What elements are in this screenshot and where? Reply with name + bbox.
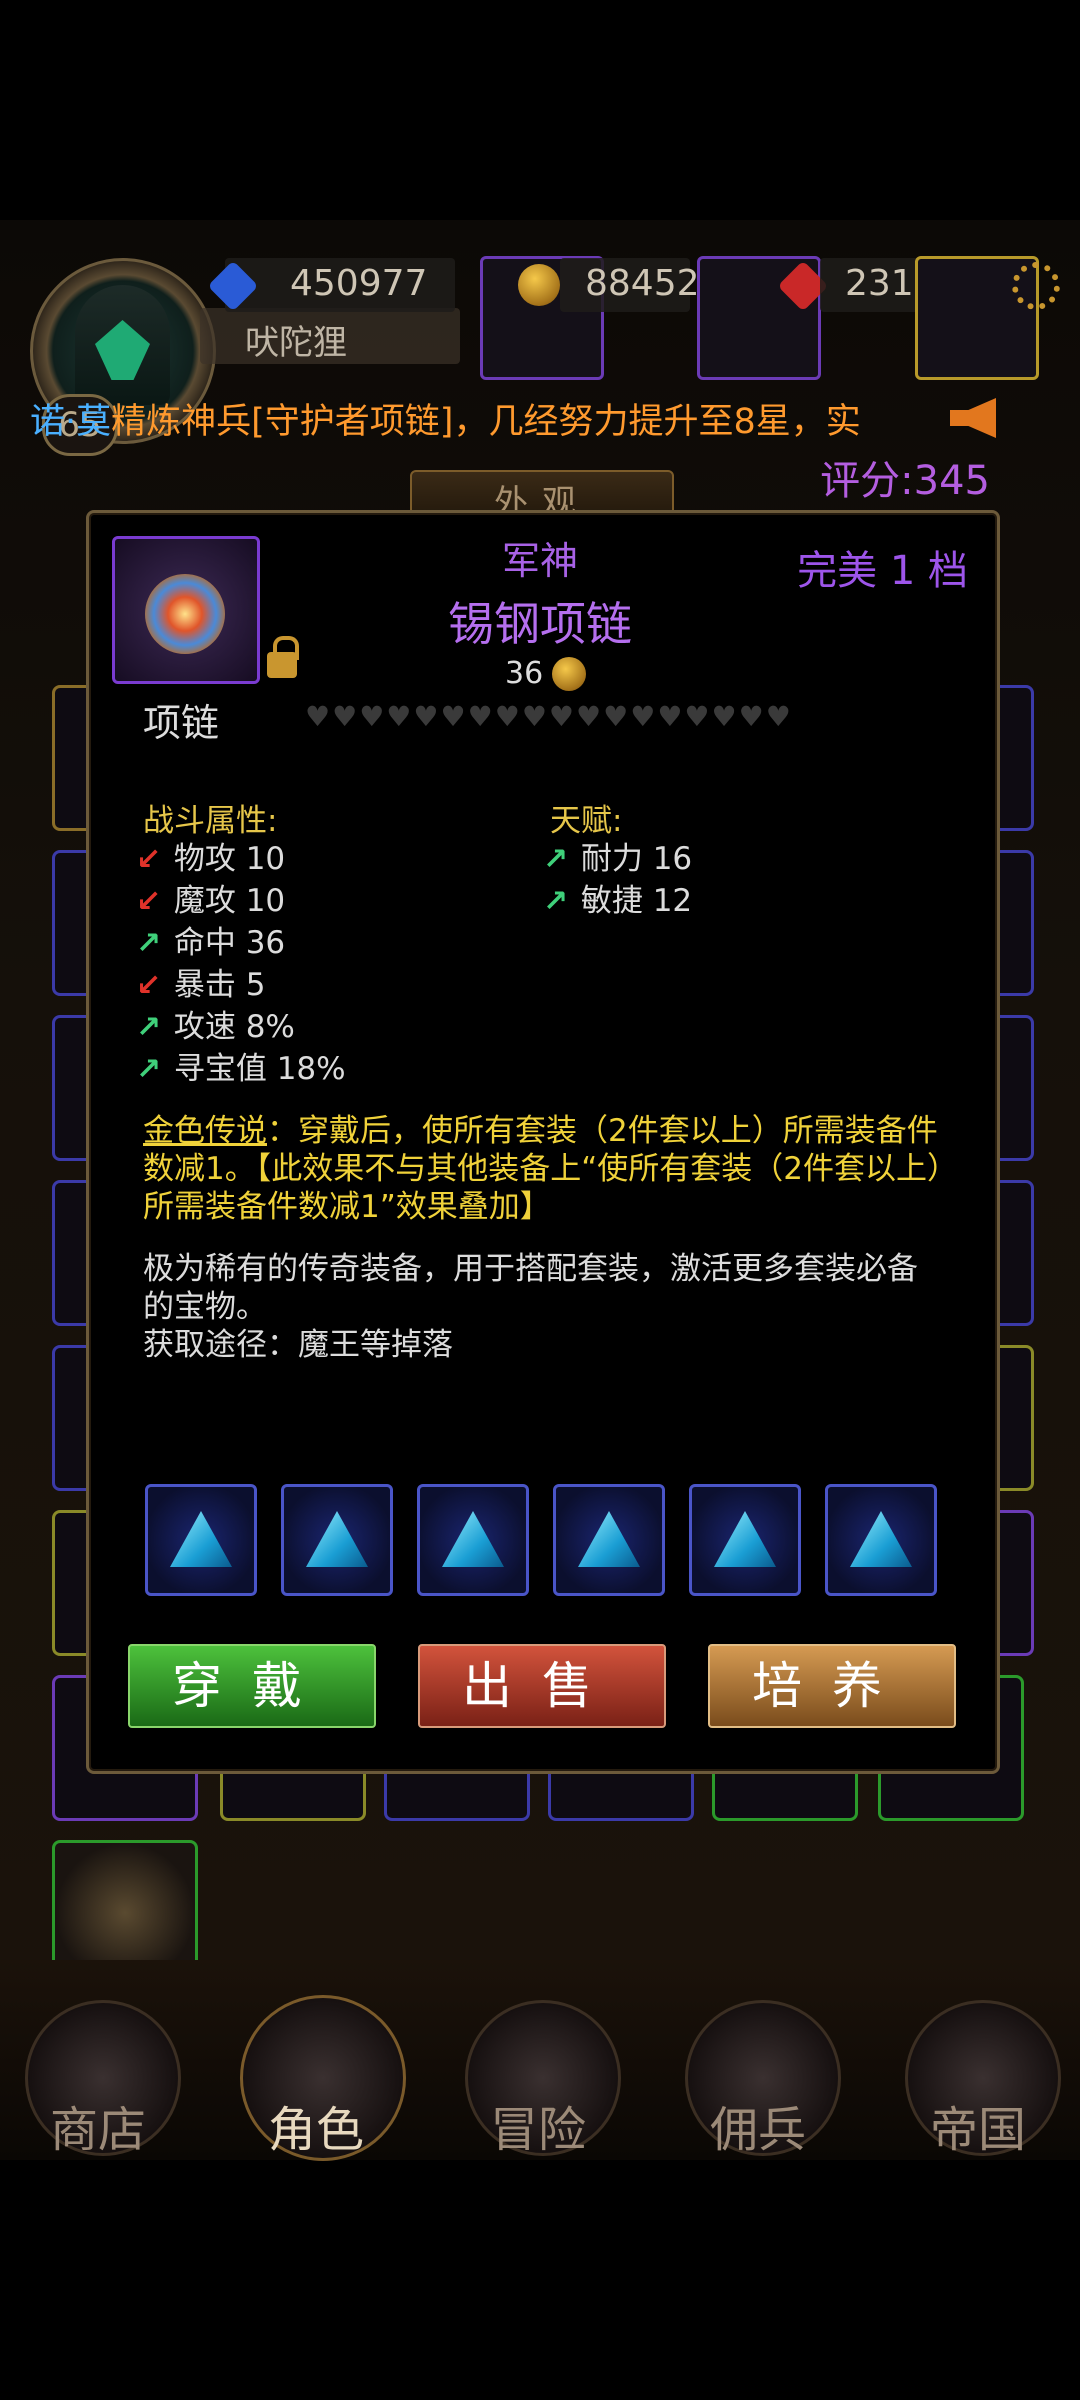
nav-shop-label[interactable]: 商店 (50, 2090, 146, 2160)
blue-gem-icon (306, 1511, 368, 1567)
ticker-message: 精炼神兵[守护者项链]，几经努力提升至8星，实 (111, 402, 861, 442)
stat-row: ↙ 物攻 10 (136, 838, 536, 880)
coin-icon (552, 657, 586, 691)
talent-stats-list: ↗ 耐力 16 ↗ 敏捷 12 (543, 838, 943, 922)
legendary-effect-text: 金色传说：穿戴后，使所有套装（2件套以上）所需装备件数减1。【此效果不与其他装备… (143, 1113, 943, 1225)
legendary-label: 金色传说 (143, 1113, 267, 1149)
settings-gear-icon[interactable] (1012, 262, 1060, 310)
score-label: 评分:345 (820, 458, 990, 504)
arrow-up-icon: ↗ (136, 1010, 162, 1045)
item-value: 36 (505, 656, 544, 691)
nav-empire-label[interactable]: 帝国 (930, 2090, 1026, 2160)
blue-gem-icon (442, 1511, 504, 1567)
gem-socket[interactable] (825, 1484, 937, 1596)
item-tier: 完美 1 档 (797, 548, 968, 594)
arrow-up-icon: ↗ (543, 842, 569, 877)
nav-adventure-label[interactable]: 冒险 (490, 2090, 586, 2160)
arrow-down-icon: ↙ (136, 968, 162, 1003)
gold-coin-icon (518, 264, 560, 306)
stat-row: ↗ 命中 36 (136, 922, 536, 964)
gem-socket[interactable] (417, 1484, 529, 1596)
player-name: 吠陀狸 (245, 323, 347, 363)
sell-button[interactable]: 出售 (418, 1644, 666, 1728)
gem-socket[interactable] (281, 1484, 393, 1596)
combat-stats-list: ↙ 物攻 10 ↙ 魔攻 10 ↗ 命中 36 ↙ 暴击 5 ↗ 攻速 8% ↗… (136, 838, 536, 1090)
stat-row: ↗ 敏捷 12 (543, 880, 943, 922)
item-source: 获取途径：魔王等掉落 (143, 1327, 453, 1363)
necklace-item-icon (112, 536, 260, 684)
stat-row: ↗ 耐力 16 (543, 838, 943, 880)
arrow-up-icon: ↗ (136, 1052, 162, 1087)
arrow-up-icon: ↗ (543, 884, 569, 919)
gold-count: 88452 (585, 263, 700, 304)
blue-gem-icon (850, 1511, 912, 1567)
talent-title: 天赋: (550, 803, 623, 839)
gem-socket[interactable] (689, 1484, 801, 1596)
train-button[interactable]: 培养 (708, 1644, 956, 1728)
arrow-down-icon: ↙ (136, 842, 162, 877)
enhance-hearts: ♥♥♥♥♥♥♥♥♥♥♥♥♥♥♥♥♥♥ (305, 700, 793, 733)
combat-attributes-title: 战斗属性: (143, 803, 278, 839)
blue-gem-icon (578, 1511, 640, 1567)
nav-mercenary-label[interactable]: 佣兵 (710, 2090, 806, 2160)
arrow-up-icon: ↗ (136, 926, 162, 961)
arrow-down-icon: ↙ (136, 884, 162, 919)
blue-gem-icon (170, 1511, 232, 1567)
stat-row: ↙ 暴击 5 (136, 964, 536, 1006)
nav-character-label[interactable]: 角色 (268, 2090, 364, 2160)
wear-button[interactable]: 穿戴 (128, 1644, 376, 1728)
stat-row: ↗ 寻宝值 18% (136, 1048, 536, 1090)
stat-row: ↙ 魔攻 10 (136, 880, 536, 922)
blue-gem-icon (714, 1511, 776, 1567)
gem-socket[interactable] (145, 1484, 257, 1596)
broadcast-ticker: 诺·莫精炼神兵[守护者项链]，几经努力提升至8星，实 (30, 392, 1030, 452)
item-type: 项链 (143, 701, 220, 745)
ruby-count: 231 (845, 263, 914, 304)
ticker-player: 诺·莫 (30, 402, 112, 442)
gem-socket[interactable] (553, 1484, 665, 1596)
item-prefix: 军神 (501, 539, 578, 583)
item-name: 锡钢项链 (448, 597, 632, 651)
item-description: 极为稀有的传奇装备，用于搭配套装，激活更多套装必备的宝物。 获取途径：魔王等掉落 (143, 1250, 943, 1364)
lock-icon[interactable] (267, 636, 299, 678)
gem-count: 450977 (290, 263, 428, 304)
stat-row: ↗ 攻速 8% (136, 1006, 536, 1048)
